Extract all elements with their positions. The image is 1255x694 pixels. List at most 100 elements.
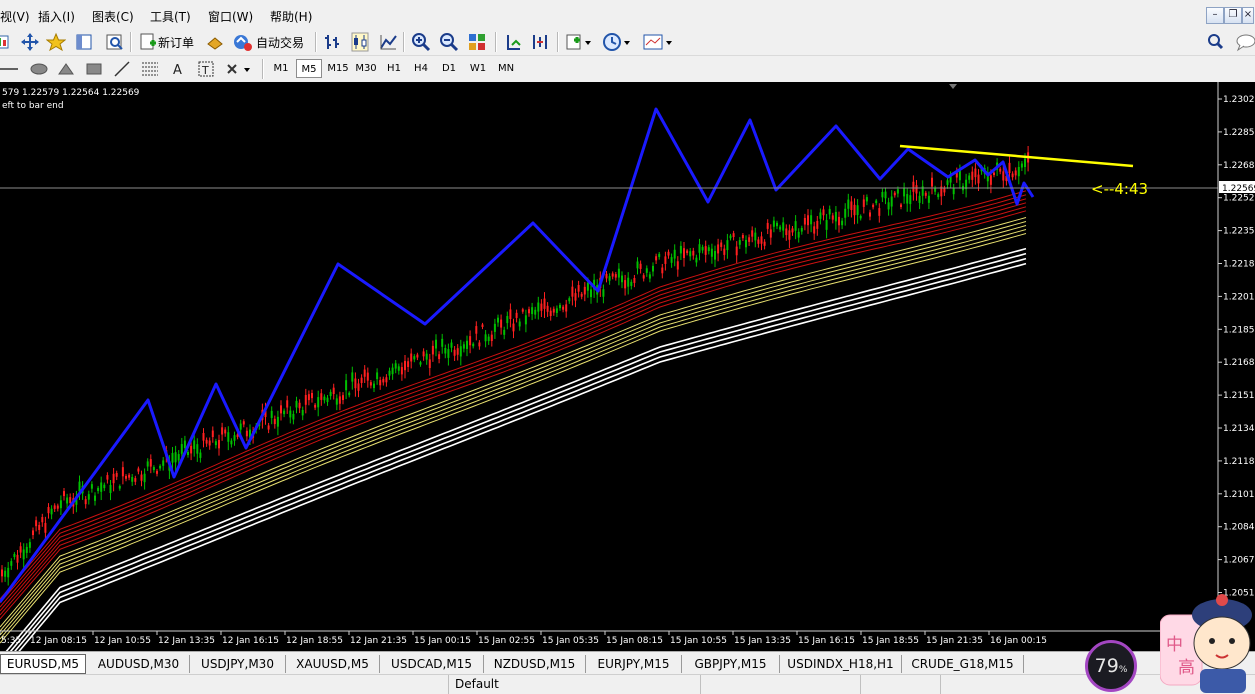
menu-insert[interactable]: 插入(I) <box>38 8 75 25</box>
tab-eurjpy-m15[interactable]: EURJPY,M15 <box>586 655 682 673</box>
new-chart-icon[interactable] <box>0 32 12 52</box>
chat-bubble-icon[interactable] <box>1234 32 1255 52</box>
menu-tools[interactable]: 工具(T) <box>150 8 191 25</box>
menu-view[interactable]: 视(V) <box>0 8 30 25</box>
candle-body <box>850 201 853 211</box>
arrows-icon[interactable] <box>224 59 258 79</box>
fibonacci-icon[interactable] <box>140 59 160 79</box>
menu-charts[interactable]: 图表(C) <box>92 8 134 25</box>
text-icon[interactable]: A <box>168 59 188 79</box>
rectangle-icon[interactable] <box>84 59 104 79</box>
trendline-icon[interactable] <box>112 59 132 79</box>
candle-body <box>565 304 568 312</box>
candle-body <box>400 367 403 375</box>
candle-body <box>726 240 729 251</box>
templates-icon[interactable] <box>642 32 676 52</box>
navigator-icon[interactable] <box>74 32 94 52</box>
tab-audusd-m30[interactable]: AUDUSD,M30 <box>88 655 190 673</box>
candle-body <box>977 174 980 184</box>
tab-usdjpy-m30[interactable]: USDJPY,M30 <box>190 655 286 673</box>
mascot-widget[interactable]: 中 高 <box>1160 585 1255 693</box>
candle-body <box>196 444 199 454</box>
time-tick-label: 15 Jan 00:15 <box>414 636 471 646</box>
chart-canvas[interactable]: 579 1.22579 1.22564 1.22569 eft to bar e… <box>0 82 1255 675</box>
candlestick-icon[interactable] <box>350 32 370 52</box>
timeframe-w1[interactable]: W1 <box>464 59 492 78</box>
zoom-in-icon[interactable] <box>411 32 431 52</box>
indicators-icon[interactable] <box>565 32 593 52</box>
crosshair-move-icon[interactable] <box>20 32 40 52</box>
timeframe-m30[interactable]: M30 <box>352 59 380 78</box>
price-chart[interactable]: 579 1.22579 1.22564 1.22569 eft to bar e… <box>0 82 1255 675</box>
auto-trading-button[interactable]: 自动交易 <box>256 34 304 51</box>
chart-shift-marker-icon[interactable] <box>949 84 957 89</box>
auto-trading-icon[interactable] <box>232 32 254 52</box>
candle-body <box>109 484 112 494</box>
ohlc-info: 579 1.22579 1.22564 1.22569 <box>2 88 140 98</box>
tab-nzdusd-m15[interactable]: NZDUSD,M15 <box>484 655 586 673</box>
timeframe-m5[interactable]: M5 <box>296 59 322 78</box>
candle-body <box>487 336 490 342</box>
candle-body <box>931 177 933 187</box>
status-profile[interactable]: Default <box>448 675 625 694</box>
candle-body <box>497 317 499 323</box>
ellipse-icon[interactable] <box>28 59 50 79</box>
tab-gbpjpy-m15[interactable]: GBPJPY,M15 <box>682 655 780 673</box>
candle-body <box>602 289 605 297</box>
toolbar-separator <box>130 32 132 52</box>
timeframe-m1[interactable]: M1 <box>268 59 294 78</box>
tab-crude-m15[interactable]: CRUDE_G18,M15 <box>902 655 1024 673</box>
new-order-button[interactable]: 新订单 <box>158 34 194 51</box>
candle-body <box>376 372 379 380</box>
candle-body <box>112 473 115 484</box>
bar-chart-icon[interactable] <box>323 32 343 52</box>
candle-body <box>221 427 224 435</box>
timeframe-h1[interactable]: H1 <box>381 59 407 78</box>
gauge-percent: 79% <box>1094 655 1128 677</box>
timeframe-m15[interactable]: M15 <box>324 59 352 78</box>
time-tick-label: 15 Jan 16:15 <box>798 636 855 646</box>
triangle-icon[interactable] <box>56 59 76 79</box>
autoscroll-icon[interactable] <box>530 32 550 52</box>
candle-body <box>810 215 813 225</box>
tab-usdcad-m15[interactable]: USDCAD,M15 <box>380 655 484 673</box>
close-button[interactable]: × <box>1242 7 1254 24</box>
restore-button[interactable]: ❐ <box>1224 7 1242 24</box>
tab-usdindx-h1[interactable]: USDINDX_H18,H1 <box>780 655 902 673</box>
candle-body <box>242 421 245 425</box>
tester-icon[interactable] <box>104 32 126 52</box>
timeframe-d1[interactable]: D1 <box>436 59 462 78</box>
line-chart-icon[interactable] <box>378 32 398 52</box>
candle-body <box>404 360 406 371</box>
candle-body <box>692 250 695 256</box>
minimize-button[interactable]: – <box>1206 7 1224 24</box>
chart-shift-icon[interactable] <box>503 32 523 52</box>
time-tick-label: 15 Jan 21:35 <box>926 636 983 646</box>
menu-help[interactable]: 帮助(H) <box>270 8 312 25</box>
candle-body <box>540 303 543 311</box>
text-label-icon[interactable]: T <box>196 59 216 79</box>
candle-body <box>311 392 313 399</box>
candle-body <box>766 222 769 229</box>
periods-clock-icon[interactable] <box>602 32 632 52</box>
trendline <box>899 144 1134 168</box>
horizontal-line-icon[interactable] <box>0 59 20 79</box>
menu-window[interactable]: 窗口(W) <box>208 8 253 25</box>
zoom-out-icon[interactable] <box>439 32 459 52</box>
tab-eurusd-m5[interactable]: EURUSD,M5 <box>0 654 86 674</box>
candle-body <box>723 248 726 255</box>
tab-xauusd-m5[interactable]: XAUUSD,M5 <box>286 655 380 673</box>
price-tick-label: 1.23020 <box>1223 95 1255 105</box>
tile-windows-icon[interactable] <box>467 32 487 52</box>
favorites-icon[interactable] <box>46 32 66 52</box>
timeframe-mn[interactable]: MN <box>492 59 520 78</box>
candle-body <box>562 306 565 310</box>
search-icon[interactable] <box>1206 32 1226 52</box>
timeframe-h4[interactable]: H4 <box>408 59 434 78</box>
candle-body <box>543 298 546 309</box>
candle-body <box>738 240 741 245</box>
new-order-icon[interactable] <box>138 32 158 52</box>
expert-advisor-icon[interactable] <box>205 32 225 52</box>
candle-body <box>230 440 233 445</box>
speed-gauge-widget[interactable]: 79% <box>1085 640 1137 692</box>
